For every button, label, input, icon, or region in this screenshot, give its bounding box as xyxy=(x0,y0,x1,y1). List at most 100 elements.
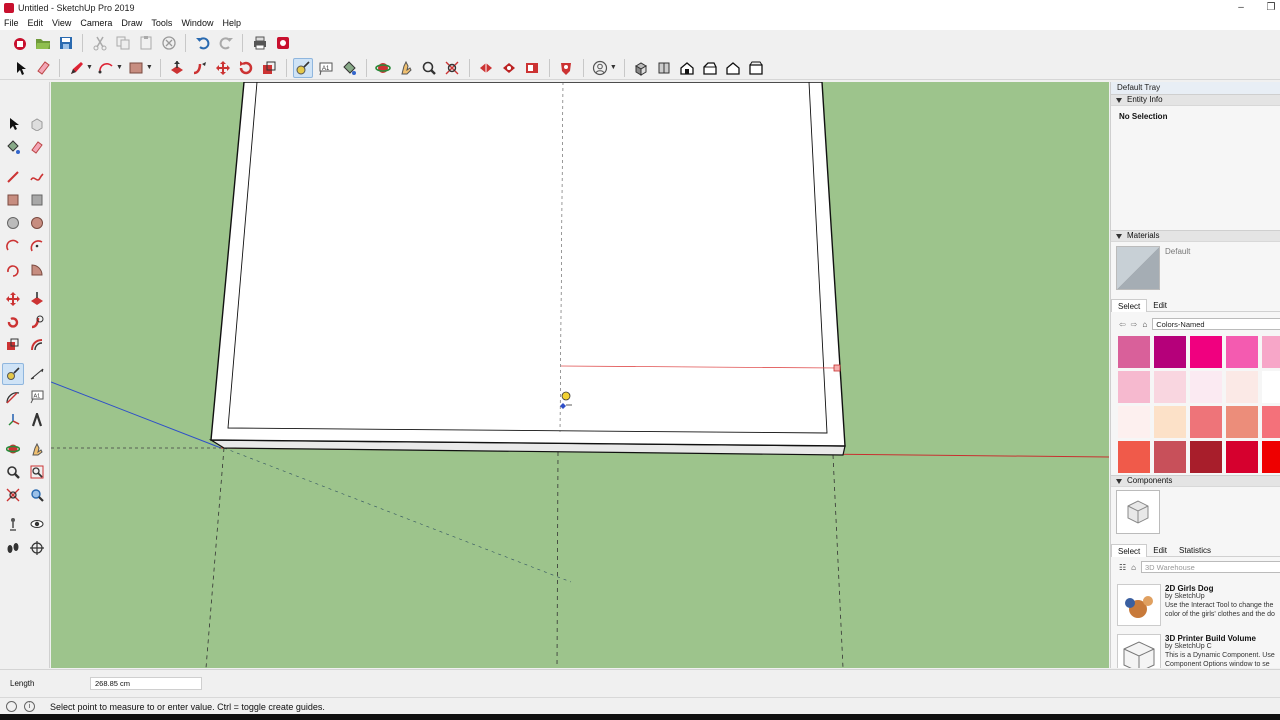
material-swatch[interactable] xyxy=(1262,371,1280,403)
rectangle-dropdown-icon[interactable]: ▼ xyxy=(146,64,153,71)
material-swatch[interactable] xyxy=(1118,371,1150,403)
line-icon[interactable] xyxy=(2,166,24,188)
scale-icon[interactable] xyxy=(259,58,279,78)
material-swatch[interactable] xyxy=(1226,336,1258,368)
pan-icon[interactable] xyxy=(396,58,416,78)
follow-me-icon[interactable] xyxy=(190,58,210,78)
component-item[interactable]: 3D Printer Build Volume by SketchUp C Th… xyxy=(1117,634,1280,668)
material-swatch[interactable] xyxy=(1262,336,1280,368)
forward-icon[interactable]: ⇨ xyxy=(1131,320,1138,329)
instructor-icon[interactable]: i xyxy=(24,701,35,712)
material-swatch[interactable] xyxy=(1154,371,1186,403)
materials-edit-tab[interactable]: Edit xyxy=(1147,299,1173,312)
extension-warehouse-icon[interactable] xyxy=(499,58,519,78)
paint-bucket-icon[interactable] xyxy=(2,136,24,158)
material-swatch[interactable] xyxy=(1226,441,1258,473)
material-swatch[interactable] xyxy=(1226,371,1258,403)
select-icon[interactable] xyxy=(10,58,30,78)
extension-manager-icon[interactable] xyxy=(556,58,576,78)
erase-icon[interactable] xyxy=(159,33,179,53)
material-swatch[interactable] xyxy=(1154,406,1186,438)
material-swatch[interactable] xyxy=(1154,336,1186,368)
circle-icon[interactable] xyxy=(2,212,24,234)
save-icon[interactable] xyxy=(56,33,76,53)
axes-icon[interactable] xyxy=(2,409,24,431)
material-swatch[interactable] xyxy=(1262,406,1280,438)
menu-draw[interactable]: Draw xyxy=(121,18,142,28)
warehouse-search-input[interactable]: 3D Warehouse xyxy=(1141,561,1280,573)
components-header[interactable]: Components xyxy=(1111,475,1280,487)
move-icon[interactable] xyxy=(2,288,24,310)
materials-header[interactable]: Materials xyxy=(1111,230,1280,242)
material-library-select[interactable]: Colors-Named xyxy=(1152,318,1280,330)
material-swatch[interactable] xyxy=(1262,441,1280,473)
zoom-extents-icon[interactable] xyxy=(2,484,24,506)
component-icon[interactable] xyxy=(10,33,30,53)
orbit-icon[interactable] xyxy=(2,438,24,460)
view-options-icon[interactable]: ☷ xyxy=(1119,563,1126,572)
material-swatch[interactable] xyxy=(1118,441,1150,473)
material-swatch[interactable] xyxy=(1118,406,1150,438)
rotate-icon[interactable] xyxy=(236,58,256,78)
material-swatch[interactable] xyxy=(1190,336,1222,368)
text-icon[interactable]: A1 xyxy=(26,386,48,408)
drawing-viewport[interactable] xyxy=(51,82,1109,668)
protractor-icon[interactable] xyxy=(2,386,24,408)
zoom-window-icon[interactable] xyxy=(26,461,48,483)
position-camera-icon[interactable] xyxy=(2,513,24,535)
make-component-icon[interactable] xyxy=(26,113,48,135)
menu-help[interactable]: Help xyxy=(222,18,241,28)
eraser-icon[interactable] xyxy=(26,136,48,158)
copy-icon[interactable] xyxy=(113,33,133,53)
3d-text-icon[interactable] xyxy=(26,409,48,431)
select-icon[interactable] xyxy=(2,113,24,135)
pencil-icon[interactable] xyxy=(67,58,87,78)
rectangle-icon[interactable] xyxy=(126,58,146,78)
previous-view-icon[interactable] xyxy=(26,484,48,506)
section-plane-icon[interactable] xyxy=(26,537,48,559)
warehouse-icon[interactable] xyxy=(476,58,496,78)
freehand-icon[interactable] xyxy=(26,166,48,188)
materials-select-tab[interactable]: Select xyxy=(1111,298,1148,312)
rectangle-icon[interactable] xyxy=(2,189,24,211)
entity-info-header[interactable]: Entity Info xyxy=(1111,94,1280,106)
open-icon[interactable] xyxy=(33,33,53,53)
rotated-rectangle-icon[interactable] xyxy=(26,189,48,211)
layout-icon[interactable] xyxy=(522,58,542,78)
tape-measure-icon[interactable] xyxy=(293,57,314,78)
menu-file[interactable]: File xyxy=(4,18,19,28)
scale-icon[interactable] xyxy=(2,334,24,356)
pie-icon[interactable] xyxy=(26,259,48,281)
zoom-icon[interactable] xyxy=(2,461,24,483)
menu-view[interactable]: View xyxy=(52,18,71,28)
top-view-icon[interactable] xyxy=(654,58,674,78)
redo-icon[interactable] xyxy=(216,33,236,53)
account-icon[interactable] xyxy=(590,58,610,78)
material-swatch[interactable] xyxy=(1190,441,1222,473)
look-around-icon[interactable] xyxy=(26,513,48,535)
dimension-icon[interactable] xyxy=(26,363,48,385)
material-swatch[interactable] xyxy=(1190,371,1222,403)
paste-icon[interactable] xyxy=(136,33,156,53)
rotate-icon[interactable] xyxy=(2,311,24,333)
pencil-dropdown-icon[interactable]: ▼ xyxy=(86,64,93,71)
print-icon[interactable] xyxy=(250,33,270,53)
menu-tools[interactable]: Tools xyxy=(151,18,172,28)
cut-icon[interactable] xyxy=(90,33,110,53)
offset-icon[interactable] xyxy=(26,334,48,356)
back-icon[interactable]: ⇦ xyxy=(1119,320,1126,329)
iso-view-icon[interactable] xyxy=(631,58,651,78)
arc-icon[interactable] xyxy=(96,58,116,78)
minimize-button[interactable]: – xyxy=(1226,0,1256,16)
follow-me-icon[interactable] xyxy=(26,311,48,333)
front-view-icon[interactable] xyxy=(677,58,697,78)
right-view-icon[interactable] xyxy=(700,58,720,78)
components-select-tab[interactable]: Select xyxy=(1111,543,1148,557)
three-point-arc-icon[interactable] xyxy=(2,259,24,281)
zoom-extents-icon[interactable] xyxy=(442,58,462,78)
zoom-icon[interactable] xyxy=(419,58,439,78)
tape-measure-icon[interactable] xyxy=(2,363,24,385)
push-pull-icon[interactable] xyxy=(26,288,48,310)
two-point-arc-icon[interactable] xyxy=(26,235,48,257)
back-view-icon[interactable] xyxy=(723,58,743,78)
